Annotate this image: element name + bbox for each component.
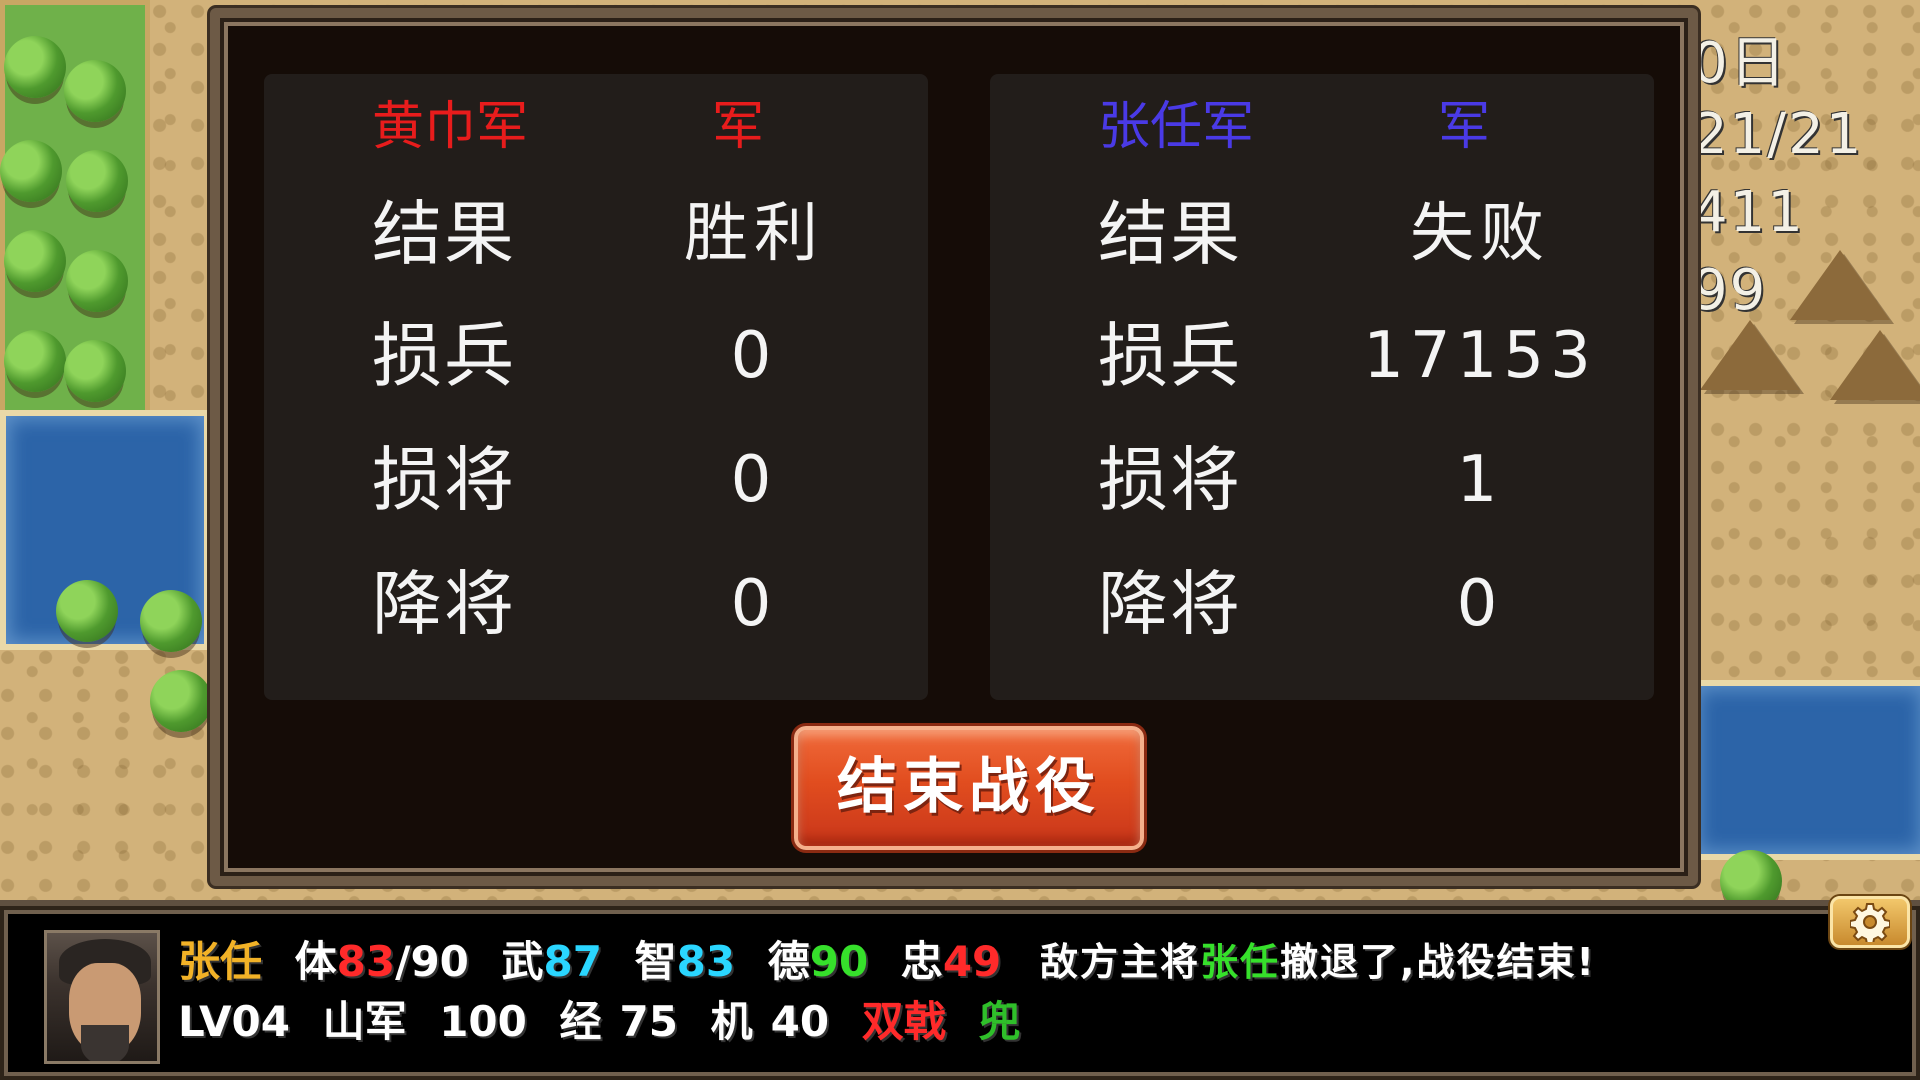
result-row: 结果 失败 bbox=[990, 184, 1654, 284]
generals-surrendered-row: 降将 0 bbox=[264, 554, 928, 654]
tree bbox=[64, 340, 126, 402]
row-label: 降将 bbox=[372, 563, 516, 645]
tree bbox=[4, 36, 66, 98]
hud-day: 0日 bbox=[1692, 31, 1788, 96]
tree bbox=[66, 150, 128, 212]
general-name: 张任 bbox=[178, 937, 263, 986]
hp-value: 83 bbox=[336, 937, 396, 986]
troops-lost-row: 损兵 0 bbox=[264, 306, 928, 406]
hud-troops: 411 bbox=[1692, 180, 1805, 245]
hp-label: 体 bbox=[294, 937, 337, 986]
hud-counter: 21/21 bbox=[1692, 102, 1864, 167]
troops-value: 100 bbox=[439, 997, 527, 1046]
generals-lost-row: 损将 0 bbox=[264, 430, 928, 530]
virtue-label: 德 bbox=[767, 937, 810, 986]
army-name: 张任军 bbox=[1098, 97, 1255, 157]
str-value: 87 bbox=[543, 937, 602, 986]
river bbox=[1690, 680, 1920, 860]
message-suffix: 撤退了,战役结束! bbox=[1280, 940, 1596, 984]
exp-value: 75 bbox=[619, 997, 678, 1046]
row-value: 胜利 bbox=[684, 197, 824, 271]
mountain bbox=[1790, 250, 1890, 320]
army-name: 黄巾军 bbox=[372, 97, 529, 157]
battle-message: 敌方主将张任撤退了,战役结束! bbox=[1040, 934, 1596, 990]
row-value: 17153 bbox=[1363, 319, 1597, 393]
level: LV04 bbox=[178, 997, 290, 1046]
row-value: 0 bbox=[730, 319, 778, 393]
winner-panel: 黄巾军 军 结果 胜利 损兵 0 损将 0 降将 0 bbox=[264, 74, 928, 700]
settings-button[interactable] bbox=[1830, 896, 1910, 948]
general-stats-line-1: 张任 体83/90 武87 智83 德90 忠49 bbox=[178, 934, 1001, 990]
row-label: 损兵 bbox=[1098, 315, 1242, 397]
loser-panel: 张任军 军 结果 失败 损兵 17153 损将 1 降将 0 bbox=[990, 74, 1654, 700]
army-tag: 军 bbox=[712, 97, 765, 157]
armor: 兜 bbox=[978, 997, 1021, 1046]
generals-lost-row: 损将 1 bbox=[990, 430, 1654, 530]
tree bbox=[66, 250, 128, 312]
portrait-beard bbox=[81, 1025, 129, 1061]
move-value: 40 bbox=[770, 997, 830, 1046]
tree bbox=[64, 60, 126, 122]
general-stats-line-2: LV04 山军 100 经 75 机 40 双戟 兜 bbox=[178, 994, 1020, 1050]
unit-type: 山军 bbox=[322, 997, 407, 1046]
hp-max: /90 bbox=[395, 937, 469, 986]
general-portrait bbox=[44, 930, 160, 1064]
gear-icon bbox=[1850, 903, 1890, 942]
message-general-name: 张任 bbox=[1200, 940, 1281, 984]
virtue-value: 90 bbox=[809, 937, 869, 986]
battle-result-dialog: 黄巾军 军 结果 胜利 损兵 0 损将 0 降将 0 张任军 军 结果 失败 损… bbox=[210, 8, 1698, 886]
row-value: 0 bbox=[730, 443, 778, 517]
troops-lost-row: 损兵 17153 bbox=[990, 306, 1654, 406]
hud-gold: 99 bbox=[1692, 258, 1768, 323]
exp-label: 经 bbox=[559, 997, 602, 1046]
tree bbox=[4, 230, 66, 292]
army-tag: 军 bbox=[1438, 97, 1491, 157]
tree bbox=[0, 140, 62, 202]
tree bbox=[56, 580, 118, 642]
loyalty-value: 49 bbox=[942, 937, 1002, 986]
generals-surrendered-row: 降将 0 bbox=[990, 554, 1654, 654]
row-value: 0 bbox=[1456, 567, 1504, 641]
row-label: 结果 bbox=[1098, 193, 1242, 275]
str-label: 武 bbox=[501, 937, 544, 986]
row-value: 失败 bbox=[1410, 197, 1550, 271]
status-bar bbox=[0, 900, 1920, 1080]
int-value: 83 bbox=[676, 937, 736, 986]
result-row: 结果 胜利 bbox=[264, 184, 928, 284]
row-label: 损将 bbox=[1098, 439, 1242, 521]
int-label: 智 bbox=[634, 937, 677, 986]
message-prefix: 敌方主将 bbox=[1040, 940, 1201, 984]
row-label: 降将 bbox=[1098, 563, 1242, 645]
mountain bbox=[1700, 320, 1800, 390]
move-label: 机 bbox=[710, 997, 753, 1046]
loyalty-label: 忠 bbox=[900, 937, 943, 986]
row-label: 结果 bbox=[372, 193, 516, 275]
row-label: 损将 bbox=[372, 439, 516, 521]
tree bbox=[150, 670, 212, 732]
row-value: 0 bbox=[730, 567, 778, 641]
weapon: 双戟 bbox=[861, 997, 946, 1046]
tree bbox=[140, 590, 202, 652]
end-battle-button[interactable]: 结束战役 bbox=[794, 726, 1144, 850]
row-label: 损兵 bbox=[372, 315, 516, 397]
tree bbox=[4, 330, 66, 392]
mountain bbox=[1830, 330, 1920, 400]
row-value: 1 bbox=[1456, 443, 1504, 517]
